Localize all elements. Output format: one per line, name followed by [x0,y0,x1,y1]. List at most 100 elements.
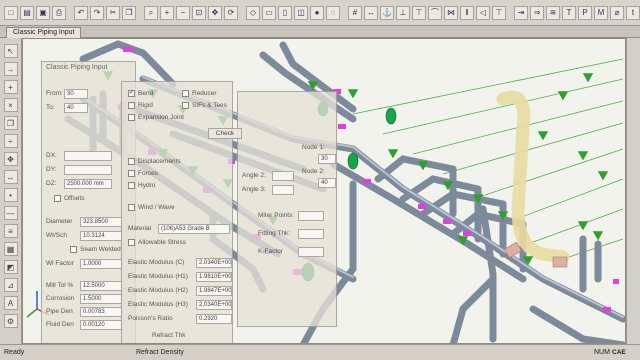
rotate-icon[interactable]: ⟳ [224,5,238,20]
bends-icon[interactable]: ⌒ [428,5,442,20]
rigid-checkbox[interactable] [128,102,135,109]
view-front-icon[interactable]: ▭ [262,5,276,20]
wind-wave-checkbox[interactable] [128,204,135,211]
kfactor-field[interactable] [298,247,324,257]
fitting-thk-field[interactable] [298,229,324,239]
poisson-field[interactable]: 0.2920 [196,314,232,324]
print-icon[interactable]: ⎙ [52,5,66,20]
tees-icon[interactable]: ⊤ [492,5,506,20]
measure-icon[interactable]: ⊿ [3,278,18,292]
dx-field[interactable] [64,151,112,161]
undo-icon[interactable]: ↶ [74,5,88,20]
diameter-field[interactable]: 323.8500 [80,217,122,227]
displacements-checkbox[interactable] [128,158,135,165]
annotate-icon[interactable]: A [3,296,18,310]
tab-classic-piping-input[interactable]: Classic Piping Input [6,27,82,38]
reducer-checkbox[interactable] [182,90,189,97]
continue-icon[interactable]: → [3,62,18,76]
node2-field[interactable]: 40 [318,178,336,188]
hydro-checkbox[interactable] [128,182,135,189]
check-button[interactable]: Check [208,128,242,139]
thickness-icon[interactable]: t [626,5,640,20]
duplicate-icon[interactable]: ❐ [3,116,18,130]
seam-welded-checkbox[interactable] [70,246,77,253]
sifs-tees-checkbox[interactable] [182,102,189,109]
view-top-icon[interactable]: ▯ [278,5,292,20]
view-side-icon[interactable]: ◫ [294,5,308,20]
angle3-field[interactable] [272,185,294,195]
copy-icon[interactable]: ❐ [122,5,136,20]
lengths-icon[interactable]: ↔ [364,5,378,20]
pipe-den-field[interactable]: 0.00783 [80,307,122,317]
node-icon[interactable]: • [3,188,18,202]
delete-icon[interactable]: × [3,98,18,112]
diameter-icon[interactable]: ⌀ [610,5,624,20]
forces-label: Forces [138,170,158,177]
angle2-label: Angle 2: [242,172,266,179]
dz-field[interactable]: 2500.000 mm [64,179,112,189]
elastic-h3-field[interactable]: 2.0340E+008 [196,300,232,310]
dy-field[interactable] [64,165,112,175]
reducers-icon[interactable]: ◁ [476,5,490,20]
render-icon[interactable]: ● [310,5,324,20]
angle2-field[interactable] [272,171,294,181]
new-file-icon[interactable]: □ [4,5,18,20]
status-num: NUM [594,349,610,356]
model-viewport[interactable]: Classic Piping Input From: 30 To: 40 DX:… [22,38,626,344]
save-icon[interactable]: ▣ [36,5,50,20]
flanges-icon[interactable]: ‖ [460,5,474,20]
material-select[interactable]: (106)A53 Grade B [158,224,230,234]
zoom-out-icon[interactable]: − [176,5,190,20]
distance-icon[interactable]: ↔ [3,170,18,184]
zoom-window-icon[interactable]: ⊡ [192,5,206,20]
vertical-scrollbar[interactable] [626,38,640,344]
forces-icon[interactable]: ⇒ [530,5,544,20]
material-label: Material [128,225,152,232]
offsets-checkbox[interactable] [54,195,61,202]
hangers-icon[interactable]: ⊤ [412,5,426,20]
select-icon[interactable]: ↖ [3,44,18,58]
expansion-joint-checkbox[interactable] [128,114,135,121]
kfactor-label: K-Factor [258,248,283,255]
insert-icon[interactable]: + [3,80,18,94]
settings-icon[interactable]: ⚙ [3,314,18,328]
temperature-icon[interactable]: T [562,5,576,20]
fluid-den-field[interactable]: 0.00120 [80,320,122,330]
pressure-icon[interactable]: P [578,5,592,20]
wind-icon[interactable]: ≋ [546,5,560,20]
open-folder-icon[interactable]: ▤ [20,5,34,20]
wl-factor-field[interactable]: 1.0000 [80,259,122,269]
elastic-h2-field[interactable]: 1.9847E+008 [196,286,232,296]
wireframe-icon[interactable]: ◌ [326,5,340,20]
anchors-icon[interactable]: ⚓ [380,5,394,20]
element-icon[interactable]: — [3,206,18,220]
move-icon[interactable]: ✥ [3,152,18,166]
corrosion-field[interactable]: 1.5000 [80,294,122,304]
to-field[interactable]: 40 [64,103,88,113]
node1-field[interactable]: 30 [318,154,336,164]
bend-checkbox[interactable]: ✓ [128,90,135,97]
view-iso-icon[interactable]: ◇ [246,5,260,20]
from-field[interactable]: 30 [64,89,88,99]
graph-icon[interactable]: ◩ [3,260,18,274]
cut-icon[interactable]: ✂ [106,5,120,20]
list-icon[interactable]: ≡ [3,224,18,238]
table-icon[interactable]: ▦ [3,242,18,256]
forces-checkbox[interactable] [128,170,135,177]
pan-icon[interactable]: ✥ [208,5,222,20]
mill-tol-field[interactable]: 12.5000 [80,281,122,291]
node-numbers-icon[interactable]: # [348,5,362,20]
redo-icon[interactable]: ↷ [90,5,104,20]
displacement-icon[interactable]: ⇥ [514,5,528,20]
valves-icon[interactable]: ⋈ [444,5,458,20]
elastic-c-field[interactable]: 2.0340E+008 [196,258,232,268]
zoom-in-icon[interactable]: + [160,5,174,20]
find-icon[interactable]: ⌕ [144,5,158,20]
break-icon[interactable]: ÷ [3,134,18,148]
miter-points-field[interactable] [298,211,324,221]
allowable-stress-checkbox[interactable] [128,239,135,246]
material-icon[interactable]: M [594,5,608,20]
elastic-h1-field[interactable]: 1.9810E+008 [196,272,232,282]
wtsch-field[interactable]: 10.3124 [80,231,122,241]
restraints-icon[interactable]: ⊥ [396,5,410,20]
